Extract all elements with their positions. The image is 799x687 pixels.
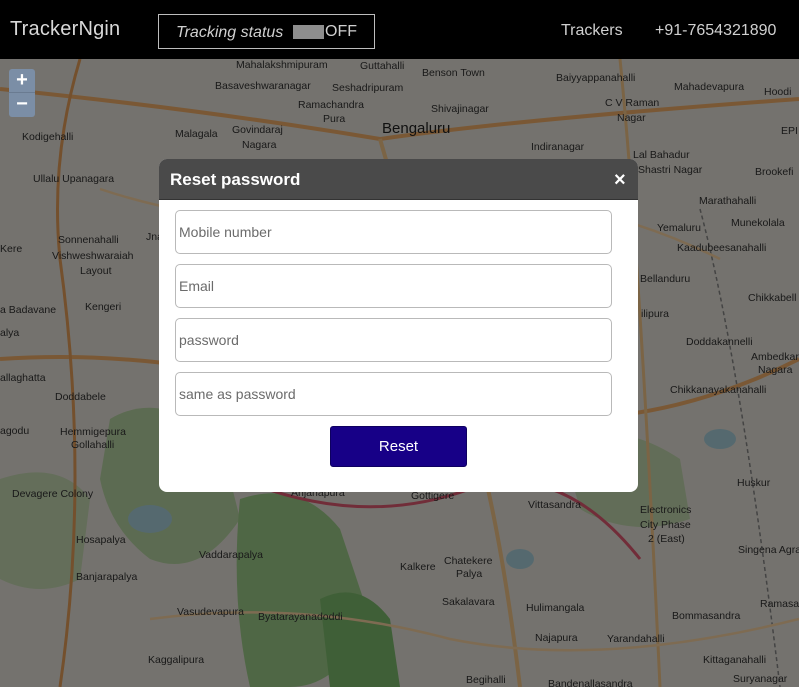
modal-title: Reset password [170,170,301,189]
password-field[interactable] [175,318,612,362]
email-field[interactable] [175,264,612,308]
tracking-status-label: Tracking status [176,24,284,41]
mobile-number-field[interactable] [175,210,612,254]
nav-trackers-link[interactable]: Trackers [561,22,623,40]
close-icon[interactable]: × [614,170,626,190]
brand-logo[interactable]: TrackerNgin [10,18,120,41]
zoom-in-button[interactable]: + [9,69,35,93]
reset-button[interactable]: Reset [330,426,467,467]
tracking-state: OFF [325,23,357,40]
zoom-out-button[interactable]: − [9,93,35,117]
toggle-knob [293,25,324,39]
reset-password-modal: Reset password × Reset [159,159,638,492]
map-zoom-control: + − [9,69,35,117]
nav-phone-number[interactable]: +91-7654321890 [655,22,776,40]
top-navbar: TrackerNgin Tracking status OFF Trackers… [0,0,799,59]
modal-header: Reset password × [159,159,638,200]
tracking-toggle[interactable]: OFF [293,23,358,40]
tracking-status-control[interactable]: Tracking status OFF [158,14,375,49]
confirm-password-field[interactable] [175,372,612,416]
